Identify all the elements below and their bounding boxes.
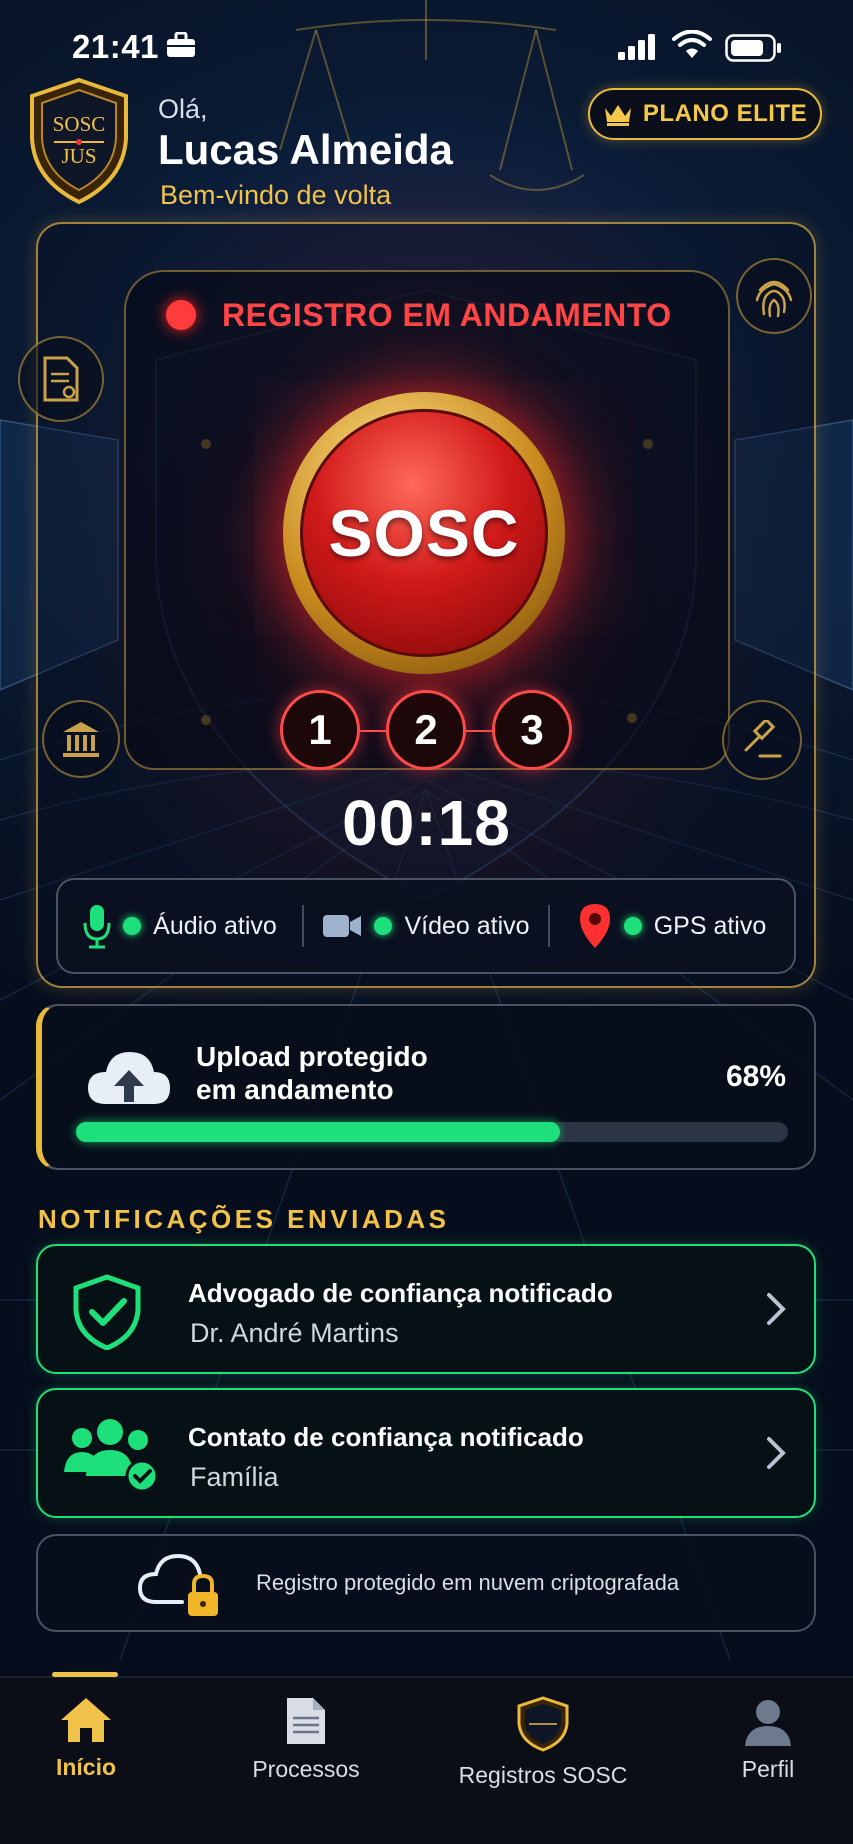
step-2: 2 <box>386 690 466 770</box>
nav-label-processos: Processos <box>252 1756 360 1782</box>
notification-lawyer-title: Advogado de confiança notificado <box>188 1278 613 1308</box>
notification-contact[interactable]: Contato de confiança notificado Família <box>36 1388 816 1518</box>
step-connector <box>466 730 492 732</box>
notification-contact-subtitle: Família <box>190 1462 279 1492</box>
sensor-video-label: Vídeo ativo <box>404 911 530 940</box>
welcome-text: Bem-vindo de volta <box>160 180 392 210</box>
chevron-right-icon <box>767 1437 786 1469</box>
side-icon-courthouse <box>42 700 120 778</box>
nav-active-indicator <box>52 1672 118 1677</box>
logo-text-bottom: JUS <box>61 144 97 168</box>
video-active-dot <box>374 917 393 935</box>
status-time: 21:41 <box>72 28 159 65</box>
upload-progress-card: Upload protegido em andamento 68% <box>36 1004 816 1170</box>
upload-title-line2: em andamento <box>196 1074 394 1105</box>
sensor-gps: GPS ativo <box>550 902 794 950</box>
location-pin-icon <box>579 904 610 948</box>
nav-item-inicio[interactable]: Início <box>34 1696 138 1806</box>
sensor-status-bar: Áudio ativo Vídeo ativo GPS ativo <box>56 878 796 974</box>
notification-contact-title: Contato de confiança notificado <box>188 1422 584 1452</box>
nav-item-processos[interactable]: Processos <box>236 1696 376 1806</box>
document-icon <box>287 1698 325 1744</box>
cloud-lock-icon <box>137 1553 218 1616</box>
user-name: Lucas Almeida <box>158 126 453 173</box>
briefcase-icon <box>167 32 195 57</box>
recording-status: REGISTRO EM ANDAMENTO <box>166 292 726 338</box>
upload-percent: 68% <box>725 1060 786 1093</box>
step-1: 1 <box>280 690 360 770</box>
recording-timer: 00:18 <box>342 787 511 859</box>
chevron-right-icon <box>767 1293 786 1325</box>
plan-badge[interactable]: PLANO ELITE <box>588 88 822 140</box>
fingerprint-icon <box>755 280 793 318</box>
sensor-audio-label: Áudio ativo <box>153 911 277 940</box>
sosc-emergency-button[interactable]: SOSC <box>300 409 548 657</box>
shield-check-icon <box>73 1274 141 1350</box>
sosc-jus-logo <box>30 77 128 205</box>
notifications-section-title: NOTIFICAÇÕES ENVIADAS <box>38 1204 450 1234</box>
step-connector <box>360 730 386 732</box>
greeting-text: Olá, <box>158 94 208 124</box>
crown-icon <box>604 105 631 126</box>
courthouse-icon <box>63 722 99 757</box>
sosc-badge-icon <box>517 1696 569 1752</box>
notification-lawyer[interactable]: Advogado de confiança notificado Dr. And… <box>36 1244 816 1374</box>
user-icon <box>745 1700 791 1746</box>
sensor-video: Vídeo ativo <box>304 911 548 941</box>
upload-title: Upload protegido em andamento <box>196 1040 516 1106</box>
recording-dot-icon <box>166 300 196 330</box>
gps-active-dot <box>623 917 642 935</box>
microphone-icon <box>83 905 111 949</box>
battery-icon <box>725 34 781 62</box>
video-camera-icon <box>323 915 362 937</box>
upload-progress-fill <box>76 1122 561 1142</box>
countdown-steps: 1 2 3 <box>280 690 572 772</box>
plan-badge-label: PLANO ELITE <box>642 100 808 127</box>
notification-lawyer-subtitle: Dr. André Martins <box>190 1318 399 1348</box>
gavel-icon <box>744 720 782 758</box>
side-icon-fingerprint <box>736 258 812 334</box>
document-seal-icon <box>43 356 79 402</box>
cloud-upload-icon <box>88 1052 170 1104</box>
nav-label-inicio: Início <box>55 1754 117 1780</box>
encrypted-cloud-notice: Registro protegido em nuvem criptografad… <box>36 1534 816 1632</box>
step-3: 3 <box>492 690 572 770</box>
wifi-icon <box>672 30 712 58</box>
signal-icon <box>618 34 655 60</box>
sensor-gps-label: GPS ativo <box>653 911 767 940</box>
nav-label-perfil: Perfil <box>741 1756 795 1782</box>
encrypted-cloud-text: Registro protegido em nuvem criptografad… <box>256 1570 680 1595</box>
group-check-icon <box>64 1419 159 1493</box>
upload-progress-track <box>76 1122 788 1142</box>
upload-title-line1: Upload protegido <box>196 1041 428 1072</box>
sensor-audio: Áudio ativo <box>58 903 302 949</box>
nav-item-perfil[interactable]: Perfil <box>718 1696 818 1806</box>
logo-text-top: SOSC <box>52 112 106 136</box>
recording-status-text: REGISTRO EM ANDAMENTO <box>222 296 672 333</box>
nav-item-registros-sosc[interactable]: Registros SOSC <box>452 1696 634 1806</box>
home-icon <box>61 1698 111 1742</box>
nav-label-registros-sosc: Registros SOSC <box>458 1762 628 1788</box>
side-icon-gavel <box>722 700 802 780</box>
audio-active-dot <box>123 917 142 935</box>
side-icon-document <box>18 336 104 422</box>
